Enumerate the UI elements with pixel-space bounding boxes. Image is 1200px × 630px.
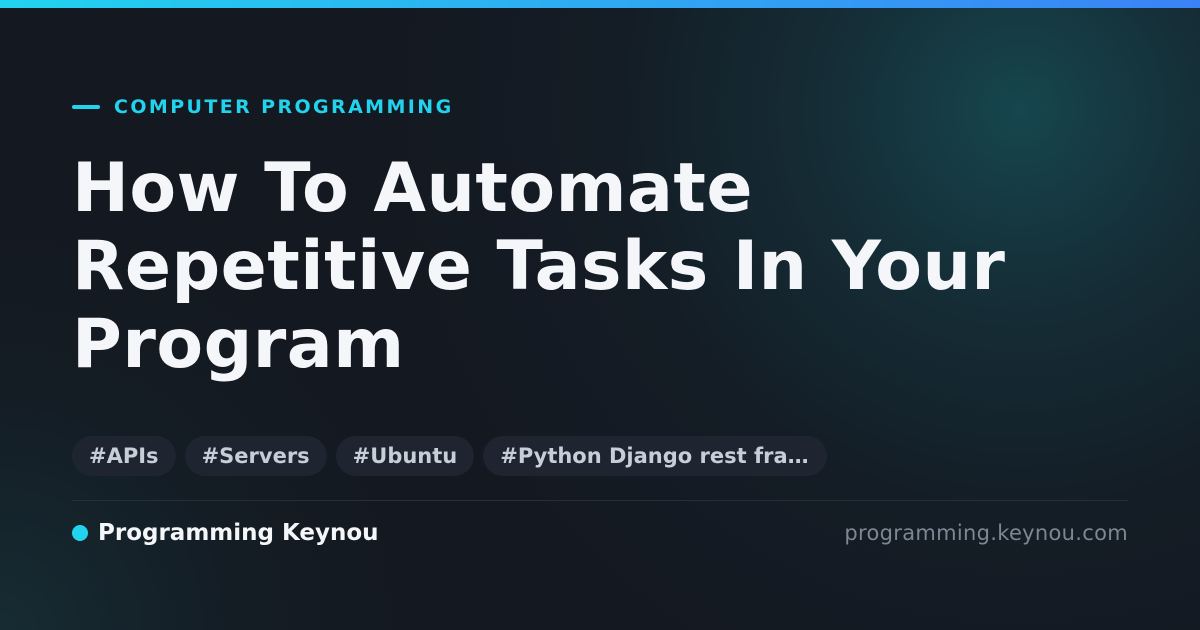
author-name: Programming Keynou <box>98 520 379 546</box>
tag-servers: #Servers <box>184 436 327 476</box>
accent-top-bar <box>0 0 1200 8</box>
category-dash-icon <box>72 105 100 109</box>
site-url: programming.keynou.com <box>844 521 1128 545</box>
category-label: COMPUTER PROGRAMMING <box>114 96 454 118</box>
og-card: COMPUTER PROGRAMMING How To Automate Rep… <box>0 0 1200 630</box>
tag-python-django: #Python Django rest fram… <box>483 436 828 476</box>
tag-apis: #APIs <box>72 436 176 476</box>
author-dot-icon <box>72 525 88 541</box>
tag-ubuntu: #Ubuntu <box>335 436 475 476</box>
footer-divider <box>72 500 1128 501</box>
article-title: How To Automate Repetitive Tasks In Your… <box>72 149 1006 384</box>
tag-list: #APIs #Servers #Ubuntu #Python Django re… <box>72 436 828 476</box>
author: Programming Keynou <box>72 518 379 548</box>
category: COMPUTER PROGRAMMING <box>72 94 454 120</box>
